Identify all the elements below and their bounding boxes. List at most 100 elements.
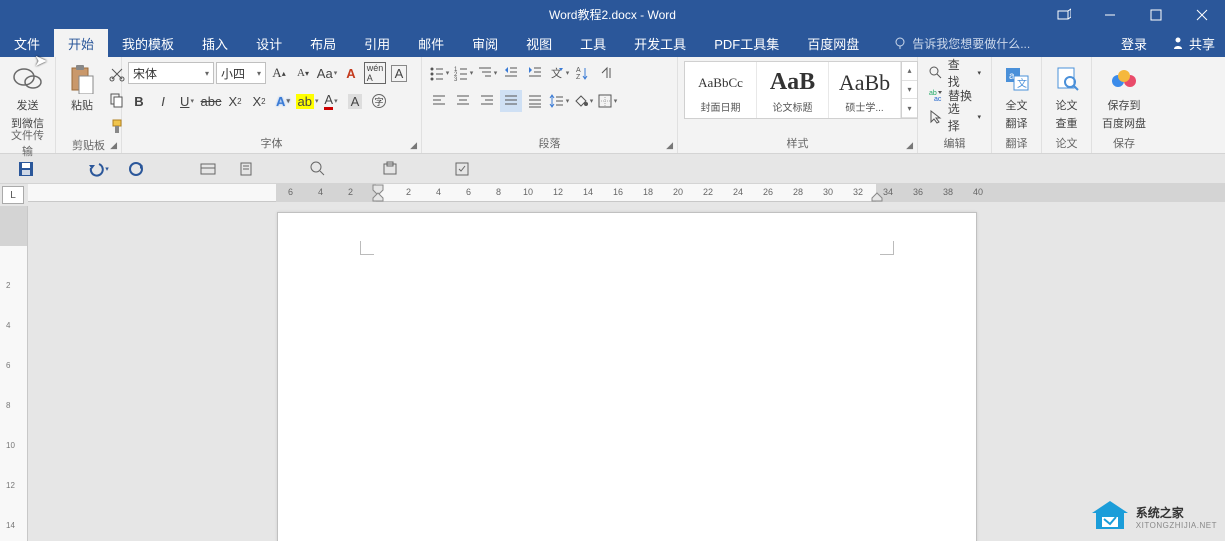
styles-gallery[interactable]: AaBbCc 封面日期 AaB 论文标题 AaBb 硕士学... ▴ ▾ ▾ — [684, 61, 918, 119]
phonetic-guide-button[interactable]: A — [340, 62, 362, 84]
strikethrough-button[interactable]: abc — [200, 90, 222, 112]
align-right-button[interactable] — [476, 90, 498, 112]
pilcrow-icon — [599, 65, 615, 81]
group-label: 论文 — [1048, 135, 1085, 151]
select-icon — [928, 109, 944, 125]
minimize-button[interactable] — [1087, 0, 1133, 29]
borders-button[interactable] — [596, 90, 618, 112]
dialog-launcher-icon[interactable]: ◢ — [110, 140, 117, 151]
bold-button[interactable]: B — [128, 90, 150, 112]
dialog-launcher-icon[interactable]: ◢ — [906, 140, 913, 151]
ribbon-options-icon[interactable] — [1041, 0, 1087, 29]
maximize-button[interactable] — [1133, 0, 1179, 29]
numbering-button[interactable]: 123 — [452, 62, 474, 84]
styles-expand-icon[interactable]: ▾ — [902, 99, 917, 118]
tab-layout[interactable]: 布局 — [296, 29, 350, 57]
tab-pdftools[interactable]: PDF工具集 — [700, 29, 793, 57]
shrink-font-button[interactable]: A▾ — [292, 62, 314, 84]
styles-scroll[interactable]: ▴ ▾ ▾ — [901, 62, 917, 118]
share-button[interactable]: 共享 — [1161, 34, 1225, 53]
right-indent-marker[interactable] — [871, 192, 883, 202]
group-font: 宋体▾ 小四▾ A▴ A▾ Aa A wénA A B I U abc X2 X… — [122, 57, 422, 153]
scroll-up-icon[interactable]: ▴ — [902, 62, 917, 81]
multilevel-list-button[interactable] — [476, 62, 498, 84]
sort-button[interactable]: AZ — [572, 62, 594, 84]
group-thesis: 论文 查重 论文 — [1042, 57, 1092, 153]
save-baidu-button[interactable]: 保存到 百度网盘 — [1098, 61, 1150, 133]
align-distribute-button[interactable] — [524, 90, 546, 112]
find-button[interactable]: 查找▾ — [924, 63, 985, 83]
superscript-button[interactable]: X2 — [248, 90, 270, 112]
tab-design[interactable]: 设计 — [242, 29, 296, 57]
align-dist-icon — [527, 93, 543, 109]
tab-baidupan[interactable]: 百度网盘 — [793, 29, 873, 57]
tab-mytemplates[interactable]: 我的模板 — [108, 29, 188, 57]
scroll-down-icon[interactable]: ▾ — [902, 81, 917, 100]
style-item-cover-date[interactable]: AaBbCc 封面日期 — [685, 62, 757, 118]
undo-button[interactable]: ▾ — [86, 157, 110, 181]
group-styles: AaBbCc 封面日期 AaB 论文标题 AaBb 硕士学... ▴ ▾ ▾ 样… — [678, 57, 918, 153]
align-center-button[interactable] — [452, 90, 474, 112]
qat-btn-1[interactable] — [196, 157, 220, 181]
highlight-button[interactable]: ab — [296, 90, 318, 112]
dialog-launcher-icon[interactable]: ◢ — [410, 140, 417, 151]
align-left-button[interactable] — [428, 90, 450, 112]
vertical-ruler[interactable]: 2 4 6 8 10 12 14 — [0, 206, 28, 541]
group-label: 保存 — [1098, 135, 1150, 151]
font-name-combo[interactable]: 宋体▾ — [128, 62, 214, 84]
enclose-chars-button[interactable]: wénA — [364, 62, 386, 84]
grow-font-button[interactable]: A▴ — [268, 62, 290, 84]
line-spacing-button[interactable] — [548, 90, 570, 112]
change-case-button[interactable]: Aa — [316, 62, 338, 84]
save-button[interactable] — [14, 157, 38, 181]
tab-file[interactable]: 文件 — [0, 29, 54, 57]
hanging-indent-marker[interactable] — [372, 192, 384, 202]
italic-button[interactable]: I — [152, 90, 174, 112]
tab-references[interactable]: 引用 — [350, 29, 404, 57]
tab-view[interactable]: 视图 — [512, 29, 566, 57]
document-page[interactable] — [277, 212, 977, 541]
increase-indent-button[interactable] — [524, 62, 546, 84]
char-shading-button[interactable]: A — [344, 90, 366, 112]
group-label: 文件传输 — [6, 135, 49, 151]
tab-home[interactable]: 开始 — [54, 29, 108, 57]
thesis-check-button[interactable]: 论文 查重 — [1047, 61, 1087, 133]
decrease-indent-button[interactable] — [500, 62, 522, 84]
horizontal-ruler[interactable]: 6 4 2 2 4 6 8 10 12 14 16 18 20 22 24 26… — [28, 184, 1225, 202]
text-effects-button[interactable]: A — [272, 90, 294, 112]
qat-zoom-button[interactable] — [306, 157, 330, 181]
tab-tools[interactable]: 工具 — [566, 29, 620, 57]
shading-button[interactable] — [572, 90, 594, 112]
redo-button[interactable] — [124, 157, 148, 181]
style-item-thesis-title[interactable]: AaB 论文标题 — [757, 62, 829, 118]
send-to-wechat-button[interactable]: 发送 到微信 — [7, 61, 48, 133]
login-button[interactable]: 登录 — [1107, 34, 1161, 53]
underline-button[interactable]: U — [176, 90, 198, 112]
text-direction-button[interactable]: 文 — [548, 62, 570, 84]
show-marks-button[interactable] — [596, 62, 618, 84]
group-label: 编辑 — [924, 135, 985, 151]
tab-review[interactable]: 审阅 — [458, 29, 512, 57]
subscript-button[interactable]: X2 — [224, 90, 246, 112]
dialog-launcher-icon[interactable]: ◢ — [666, 140, 673, 151]
tab-mailings[interactable]: 邮件 — [404, 29, 458, 57]
qat-btn-3[interactable] — [378, 157, 402, 181]
paste-button[interactable]: 粘贴 — [62, 61, 102, 115]
font-size-combo[interactable]: 小四▾ — [216, 62, 266, 84]
full-translate-button[interactable]: a文 全文 翻译 — [997, 61, 1037, 133]
bullets-button[interactable] — [428, 62, 450, 84]
select-button[interactable]: 选择▾ — [924, 107, 985, 127]
close-button[interactable] — [1179, 0, 1225, 29]
font-color-button[interactable]: A — [320, 90, 342, 112]
enclose-circle-button[interactable]: 字 — [368, 90, 390, 112]
char-border-button[interactable]: A — [388, 62, 410, 84]
qat-btn-2[interactable] — [234, 157, 258, 181]
tell-me-search[interactable]: 告诉我您想要做什么... — [893, 29, 1030, 57]
tab-insert[interactable]: 插入 — [188, 29, 242, 57]
indent-icon — [527, 65, 543, 81]
align-justify-button[interactable] — [500, 90, 522, 112]
tab-developer[interactable]: 开发工具 — [620, 29, 700, 57]
tab-selector[interactable]: L — [2, 186, 24, 204]
style-item-master[interactable]: AaBb 硕士学... — [829, 62, 901, 118]
qat-btn-4[interactable] — [450, 157, 474, 181]
